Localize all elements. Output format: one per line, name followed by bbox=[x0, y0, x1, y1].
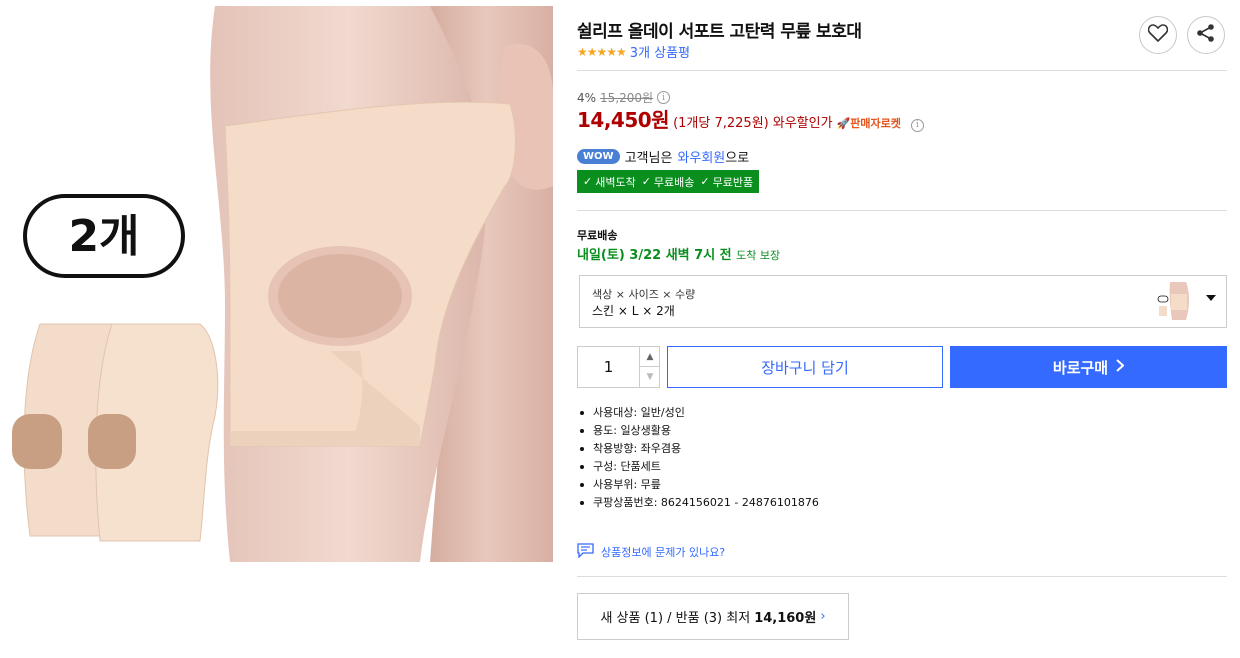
chevron-right-icon: › bbox=[820, 609, 826, 624]
divider bbox=[577, 576, 1227, 577]
review-count-link[interactable]: 3개 상품평 bbox=[630, 42, 690, 61]
option-values: 스킨 × L × 2개 bbox=[592, 304, 675, 318]
membership-prefix: 고객님은 bbox=[624, 151, 673, 166]
quantity-decrease-button[interactable]: ▼ bbox=[639, 367, 660, 387]
sale-price: 14,450원 bbox=[577, 108, 670, 132]
attribute-item: 용도: 일상생활용 bbox=[577, 422, 819, 440]
report-info-label: 상품정보에 문제가 있나요? bbox=[601, 546, 726, 559]
used-offer-price: 14,160원 bbox=[754, 611, 817, 626]
seller-rocket-badge: 🚀판매자로켓 bbox=[836, 117, 901, 130]
unit-price: (1개당 7,225원) bbox=[673, 116, 769, 131]
quantity-increase-button[interactable]: ▲ bbox=[639, 347, 660, 367]
info-icon[interactable]: i bbox=[910, 118, 924, 132]
divider bbox=[577, 70, 1227, 71]
product-image[interactable]: 2개 bbox=[0, 6, 553, 562]
share-icon bbox=[1196, 23, 1216, 47]
product-page: 2개 쉴리프 올데이 서포트 고탄력 무릎 보호대 ★★★★★ 3개 상품평 4… bbox=[0, 0, 1240, 658]
quantity-value[interactable]: 1 bbox=[578, 347, 639, 387]
wow-discount-label: 와우할인가 bbox=[772, 116, 833, 131]
divider bbox=[577, 210, 1227, 211]
rocket-icon: 🚀 bbox=[836, 117, 851, 130]
benefit-dawn-delivery: ✓ 새벽도착 bbox=[583, 175, 636, 189]
attribute-item: 쿠팡상품번호: 8624156021 - 24876101876 bbox=[577, 494, 819, 512]
info-icon[interactable]: i bbox=[657, 91, 671, 104]
benefit-badges: ✓ 새벽도착 ✓ 무료배송 ✓ 무료반품 bbox=[577, 170, 760, 193]
option-labels: 색상 × 사이즈 × 수량 bbox=[592, 288, 696, 301]
product-title: 쉴리프 올데이 서포트 고탄력 무릎 보호대 bbox=[577, 22, 862, 42]
share-button[interactable] bbox=[1187, 16, 1225, 54]
heart-icon bbox=[1147, 24, 1169, 46]
chevron-down-icon: ▼ bbox=[646, 372, 654, 382]
shipping-date: 내일(토) 3/22 새벽 7시 전 도착 보장 bbox=[577, 248, 781, 263]
buy-now-button[interactable]: 바로구매 bbox=[950, 346, 1227, 388]
product-attributes: 사용대상: 일반/성인 용도: 일상생활용 착용방향: 좌우겸용 구성: 단품세… bbox=[577, 404, 819, 512]
attribute-item: 구성: 단품세트 bbox=[577, 458, 819, 476]
buy-now-label: 바로구매 bbox=[1052, 358, 1109, 377]
add-to-cart-button[interactable]: 장바구니 담기 bbox=[667, 346, 943, 388]
rating[interactable]: ★★★★★ 3개 상품평 bbox=[577, 42, 690, 62]
shipping-guarantee: 도착 보장 bbox=[736, 249, 781, 262]
chevron-up-icon: ▲ bbox=[646, 351, 654, 362]
membership-row: WOW 고객님은 와우회원으로 bbox=[577, 147, 749, 166]
star-rating: ★★★★★ bbox=[577, 44, 627, 59]
attribute-item: 사용부위: 무릎 bbox=[577, 476, 819, 494]
benefit-free-return: ✓ 무료반품 bbox=[700, 175, 754, 189]
quantity-stepper[interactable]: 1 ▲ ▼ bbox=[577, 346, 660, 388]
quantity-badge-text: 2개 bbox=[68, 211, 139, 262]
chevron-down-icon bbox=[1206, 295, 1216, 301]
attribute-item: 착용방향: 좌우겸용 bbox=[577, 440, 819, 458]
discount-rate: 4% bbox=[577, 90, 597, 105]
used-offer-button[interactable]: 새 상품 (1) / 반품 (3) 최저 14,160원 › bbox=[577, 593, 849, 640]
option-selector[interactable]: 색상 × 사이즈 × 수량 스킨 × L × 2개 bbox=[579, 275, 1227, 328]
attribute-item: 사용대상: 일반/성인 bbox=[577, 404, 819, 422]
check-icon: ✓ bbox=[583, 175, 593, 188]
used-offer-text: 새 상품 (1) / 반품 (3) 최저 bbox=[600, 611, 751, 626]
like-button[interactable] bbox=[1139, 16, 1177, 54]
chevron-right-icon bbox=[1116, 358, 1125, 376]
check-icon: ✓ bbox=[641, 175, 651, 188]
comment-icon bbox=[577, 543, 594, 561]
check-icon: ✓ bbox=[700, 175, 710, 188]
report-info-link[interactable]: 상품정보에 문제가 있나요? bbox=[577, 543, 725, 561]
benefit-free-shipping: ✓ 무료배송 bbox=[641, 175, 695, 189]
wow-member-link[interactable]: 와우회원 bbox=[677, 151, 725, 166]
membership-suffix: 으로 bbox=[725, 151, 750, 166]
wow-badge: WOW bbox=[577, 149, 620, 164]
option-thumbnail bbox=[1156, 282, 1194, 320]
price-row: 14,450원 (1개당 7,225원) 와우할인가 🚀판매자로켓 i bbox=[577, 104, 924, 133]
shipping-label: 무료배송 bbox=[577, 229, 618, 242]
